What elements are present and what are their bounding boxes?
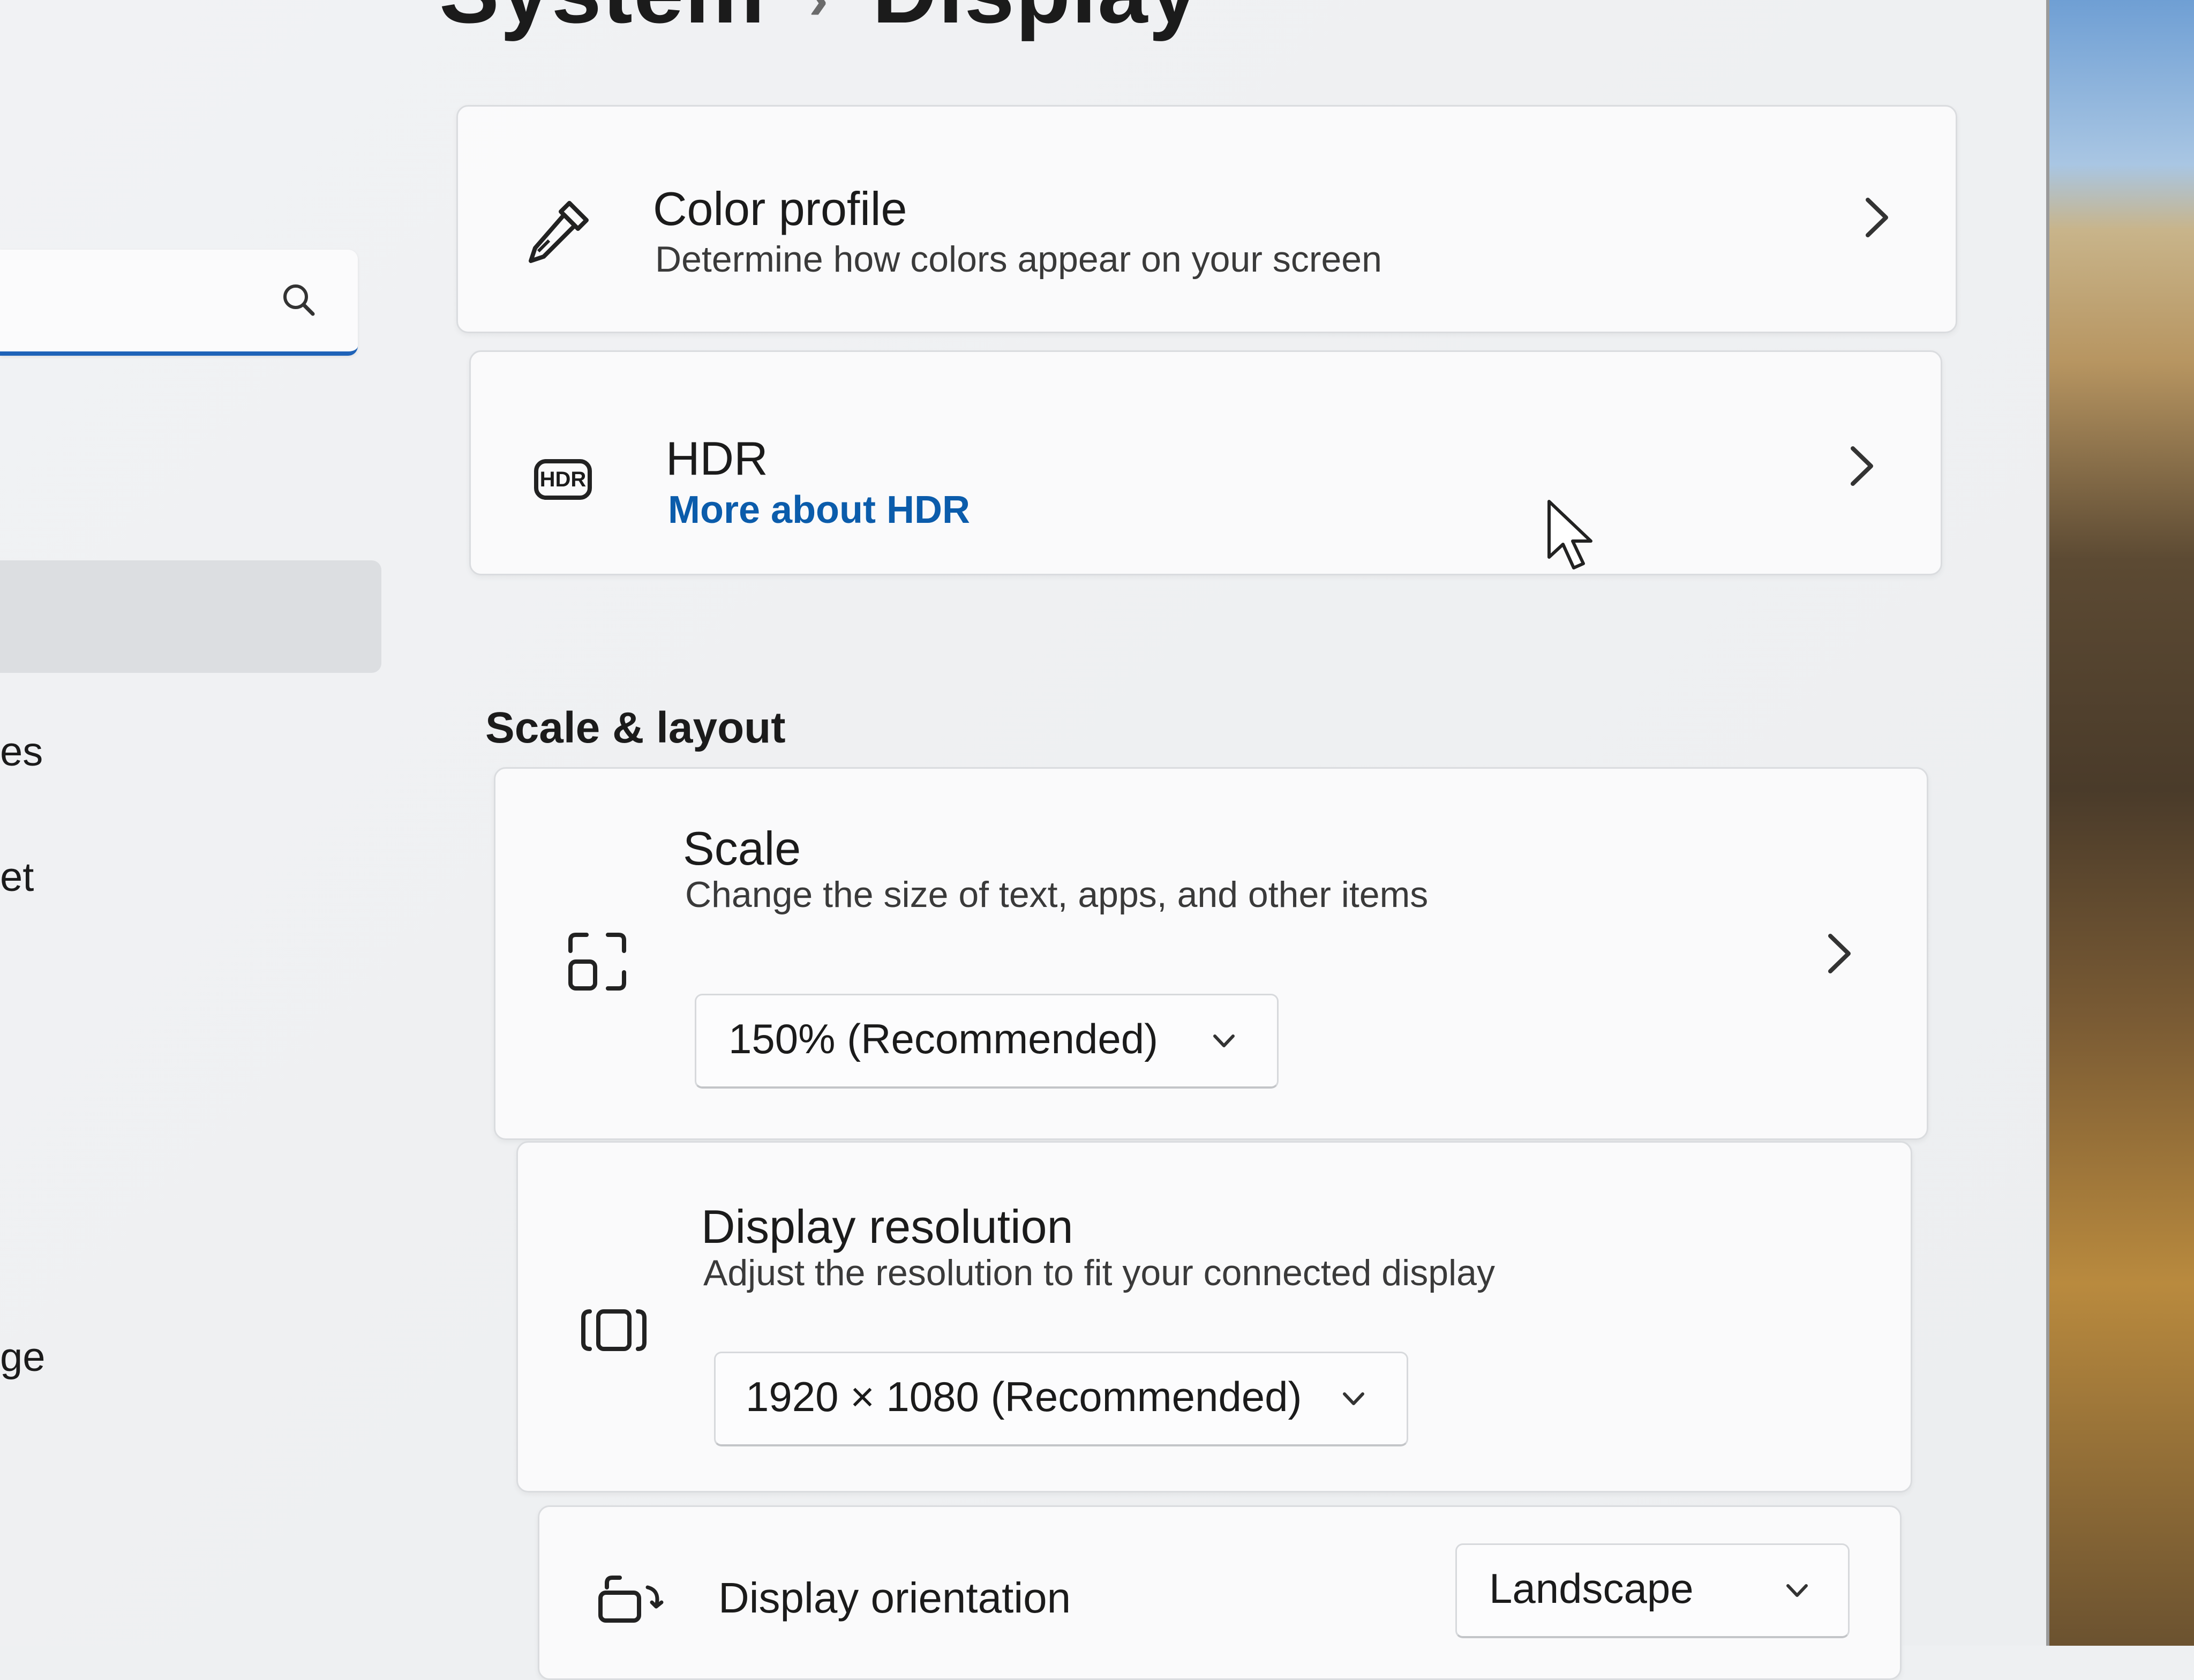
color-profile-card[interactable]: Color profile Determine how colors appea… [456,105,1957,333]
chevron-right-icon [1828,934,1851,973]
sidebar-item-et[interactable]: et [0,854,34,901]
search-icon[interactable] [277,279,320,321]
display-resolution-title: Display resolution [701,1200,1073,1253]
breadcrumb: System › Display [439,0,1200,43]
breadcrumb-separator: › [809,0,830,32]
display-resolution-description: Adjust the resolution to fit your connec… [703,1252,1495,1293]
sidebar-item-selected[interactable] [0,560,381,673]
color-profile-description: Determine how colors appear on your scre… [655,239,1382,280]
display-orientation-title: Display orientation [718,1574,1071,1622]
hdr-card[interactable]: HDR HDR More about HDR [469,350,1942,575]
more-about-hdr-link[interactable]: More about HDR [668,488,970,532]
mouse-pointer-icon [1547,500,1592,569]
scale-card[interactable]: Scale Change the size of text, apps, and… [494,767,1928,1140]
display-resolution-card[interactable]: Display resolution Adjust the resolution… [516,1141,1912,1492]
sidebar-item-ge[interactable]: ge [0,1334,46,1381]
chevron-down-icon [1213,1034,1235,1047]
page-title: Display [872,0,1200,42]
breadcrumb-parent[interactable]: System [439,0,766,42]
hdr-icon: HDR [534,459,592,500]
scale-dropdown[interactable]: 150% (Recommended) [695,994,1279,1089]
resolution-icon [581,1309,647,1351]
hdr-title: HDR [666,432,768,485]
section-title-scale-layout: Scale & layout [485,703,786,752]
search-input[interactable] [11,266,270,331]
settings-window: es et ge System › Display Color profile De… [0,0,2046,1680]
orientation-icon [598,1576,664,1623]
display-orientation-dropdown[interactable]: Landscape [1455,1543,1850,1638]
chevron-right-icon [1851,446,1873,486]
color-profile-title: Color profile [653,182,907,235]
sidebar: es et ge [0,0,407,1646]
chevron-down-icon [1786,1584,1808,1597]
display-orientation-value: Landscape [1489,1565,1694,1612]
chevron-right-icon [1866,198,1888,237]
display-resolution-dropdown[interactable]: 1920 × 1080 (Recommended) [714,1352,1408,1446]
scale-title: Scale [683,822,801,875]
scale-description: Change the size of text, apps, and other… [685,874,1429,915]
scale-icon [568,933,626,991]
display-orientation-card[interactable]: Display orientation Landscape [538,1505,1902,1680]
display-resolution-value: 1920 × 1080 (Recommended) [746,1373,1302,1420]
eyedropper-icon [529,201,589,263]
sidebar-item-es[interactable]: es [0,729,43,775]
scale-dropdown-value: 150% (Recommended) [728,1015,1159,1062]
chevron-down-icon [1343,1392,1364,1405]
desktop-wallpaper [2046,0,2194,1646]
